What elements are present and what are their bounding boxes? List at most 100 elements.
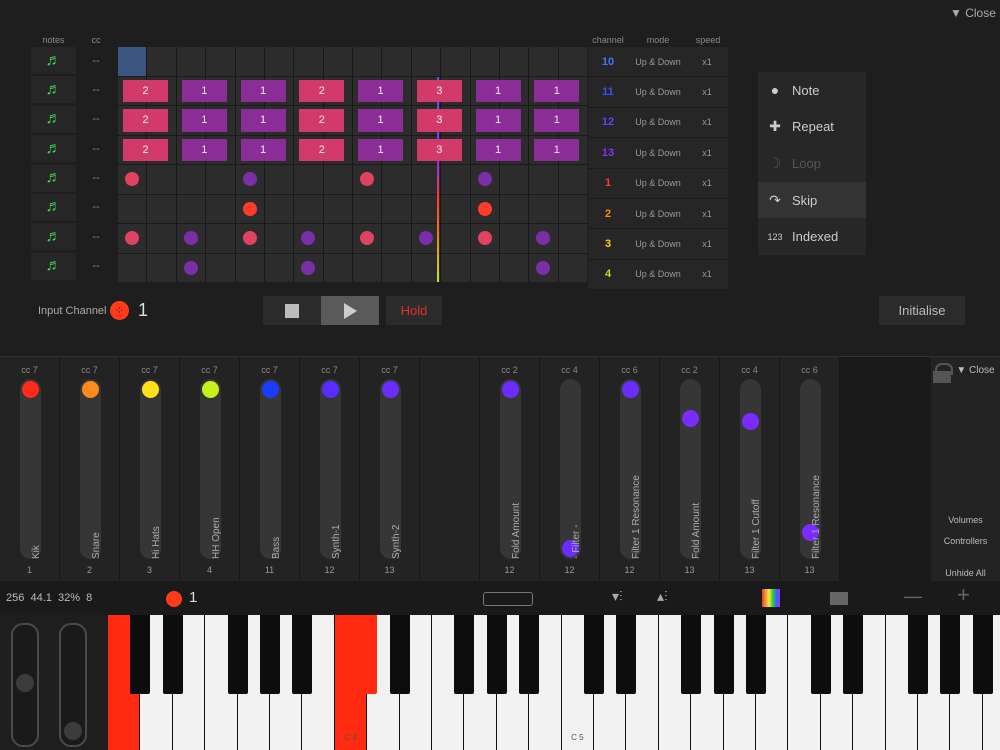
channel-number[interactable]: 11 [588,86,628,98]
black-key[interactable] [454,615,475,694]
grid-cell[interactable] [235,224,264,253]
strip-fader-knob[interactable] [202,381,219,398]
black-key[interactable] [940,615,961,694]
black-key[interactable] [746,615,766,694]
note-icon[interactable]: ♬ [31,164,76,192]
repeat-block[interactable]: 1 [358,79,403,102]
mode-value[interactable]: Up & Down [628,209,688,219]
black-key[interactable] [486,615,507,694]
menu-item-skip[interactable]: ↷ Skip [758,181,866,219]
grid-cell[interactable] [411,194,441,223]
grid-cell[interactable] [529,194,558,223]
speed-value[interactable]: x1 [688,117,726,127]
grid-cell[interactable] [441,47,470,76]
channel-row[interactable]: 11 Up & Down x1 [588,77,728,108]
grid-cell[interactable] [470,165,499,194]
cc-value[interactable]: -- [76,194,116,221]
grid-cell[interactable] [264,165,294,194]
grid-cell[interactable]: 1 [235,135,286,164]
note-icon[interactable]: ♬ [31,135,76,163]
cc-value[interactable]: -- [76,135,116,162]
repeat-block[interactable]: 1 [181,109,227,132]
grid-cell[interactable] [499,165,529,194]
channel-number[interactable]: 3 [588,238,628,250]
grid-cell[interactable] [470,224,499,253]
repeat-block[interactable]: 2 [299,138,345,161]
speed-value[interactable]: x1 [688,269,726,279]
grid-cell[interactable] [235,165,264,194]
grid-cell[interactable] [147,253,176,282]
menu-item-loop[interactable]: ☽ Loop [758,145,866,182]
grid-cell[interactable]: 1 [176,76,227,105]
channel-row[interactable]: 12 Up & Down x1 [588,107,728,139]
channel-row[interactable]: 1 Up & Down x1 [588,168,728,199]
note-dot[interactable] [477,201,492,216]
channel-number[interactable]: 1 [588,177,628,189]
speed-value[interactable]: x1 [688,209,726,219]
note-dot[interactable] [125,231,140,246]
grid-cell[interactable] [323,165,352,194]
repeat-block[interactable]: 1 [475,138,521,161]
strip-fader-knob[interactable] [82,381,99,398]
speed-value[interactable]: x1 [688,87,726,97]
grid-cell[interactable] [529,165,558,194]
note-icon[interactable]: ♬ [31,223,76,251]
repeat-block[interactable]: 1 [240,138,286,161]
strip-fader-knob[interactable] [22,381,39,398]
note-icon[interactable]: ♬ [31,76,76,104]
grid-cell[interactable]: 1 [529,76,580,105]
channel-row[interactable]: 3 Up & Down x1 [588,229,728,260]
octave-down-icon[interactable]: ▾⫶ [612,588,623,605]
grid-cell[interactable]: 1 [235,76,286,105]
repeat-block[interactable]: 1 [358,138,403,161]
grid-cell[interactable] [176,253,206,282]
black-key[interactable] [389,615,410,694]
grid-cell[interactable] [264,253,294,282]
black-key[interactable] [681,615,702,694]
menu-item-note[interactable]: ● Note [758,72,866,109]
strip-fader-knob[interactable] [262,381,279,398]
black-key[interactable] [810,615,831,694]
keyboard-toggle-icon[interactable] [483,592,533,606]
grid-cell[interactable] [411,165,441,194]
grid-cell[interactable] [441,253,470,282]
note-dot[interactable] [301,231,316,246]
repeat-block[interactable]: 3 [416,109,462,132]
grid-cell[interactable]: 1 [529,135,580,164]
note-dot[interactable] [360,231,375,246]
repeat-block[interactable]: 2 [123,138,168,161]
grid-cell[interactable] [176,224,206,253]
hold-button[interactable]: Hold [386,296,442,325]
grid-cell[interactable] [470,253,499,282]
note-icon[interactable]: ♬ [31,105,76,133]
grid-cell[interactable] [353,47,382,76]
grid-cell[interactable] [118,165,147,194]
channel-number[interactable]: 2 [588,208,628,220]
grid-cell[interactable] [323,47,352,76]
mode-value[interactable]: Up & Down [628,178,688,188]
repeat-block[interactable]: 1 [240,79,286,102]
note-dot[interactable] [183,231,198,246]
cc-value[interactable]: -- [76,47,116,74]
mode-value[interactable]: Up & Down [628,117,688,127]
grid-cell[interactable]: 1 [176,135,227,164]
pitch-bend-knob[interactable] [16,674,34,692]
grid-cell[interactable] [441,194,470,223]
grid-cell[interactable] [411,253,441,282]
channel-number[interactable]: 10 [588,56,628,68]
grid-cell[interactable] [176,47,206,76]
grid-cell[interactable] [441,224,470,253]
repeat-block[interactable]: 1 [534,138,580,161]
grid-cell[interactable] [118,253,147,282]
grid-cell[interactable]: 1 [353,135,403,164]
grid-cell[interactable] [118,194,147,223]
grid-cell[interactable] [499,47,529,76]
close-sequencer-button[interactable]: ▼ Close [950,6,996,20]
repeat-block[interactable]: 3 [416,79,462,102]
strip-fader-knob[interactable] [742,412,759,430]
grid-cell[interactable] [558,253,587,282]
grid-cell[interactable] [147,224,176,253]
grid-cell[interactable] [176,165,206,194]
cc-value[interactable]: -- [76,223,116,250]
mode-value[interactable]: Up & Down [628,148,688,158]
